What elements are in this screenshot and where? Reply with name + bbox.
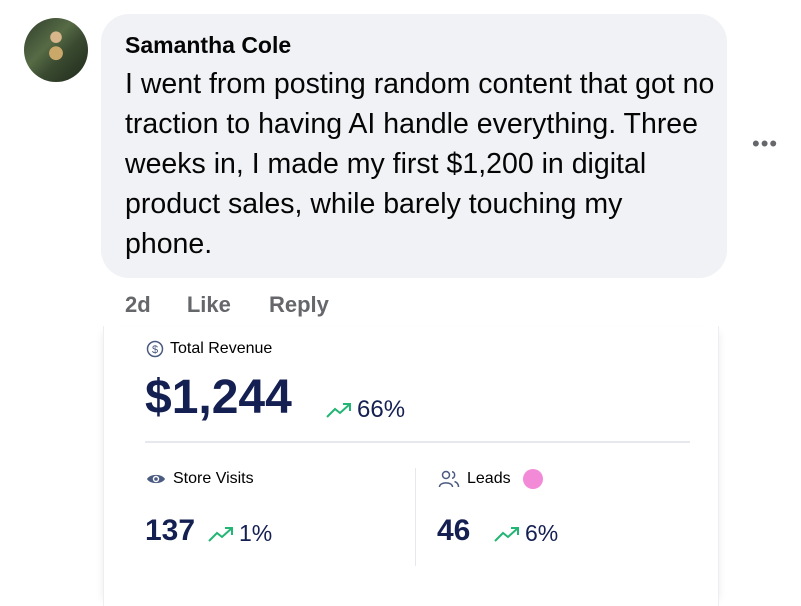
comment-text: I went from posting random content that …	[125, 68, 715, 260]
stats-column-divider	[415, 468, 416, 566]
leads-label-group: Leads	[438, 469, 543, 489]
leads-label: Leads	[467, 470, 511, 487]
like-button[interactable]: Like	[187, 292, 231, 318]
author-avatar[interactable]	[24, 18, 88, 82]
dollar-circle-icon: $	[146, 340, 164, 358]
reply-button[interactable]: Reply	[269, 292, 329, 318]
trend-up-icon	[326, 401, 352, 419]
users-icon	[438, 470, 460, 488]
leads-value: 46	[437, 514, 471, 547]
total-revenue-label-group: $ Total Revenue	[146, 340, 272, 358]
store-visits-label: Store Visits	[173, 470, 254, 487]
svg-text:$: $	[152, 344, 158, 356]
stats-card-image	[103, 326, 719, 606]
total-revenue-change: 66%	[326, 396, 405, 424]
total-revenue-value: $1,244	[145, 371, 292, 424]
comment-timestamp[interactable]: 2d	[125, 292, 151, 318]
comment-author-name[interactable]: Samantha Cole	[125, 32, 291, 59]
total-revenue-change-value: 66%	[357, 396, 406, 423]
store-visits-change-value: 1%	[239, 520, 273, 546]
trend-up-icon	[494, 525, 520, 543]
leads-change-value: 6%	[525, 520, 559, 546]
store-visits-change: 1%	[208, 520, 272, 547]
store-visits-value: 137	[145, 514, 196, 547]
leads-indicator-dot	[522, 469, 543, 489]
store-visits-label-group: Store Visits	[146, 470, 254, 488]
eye-icon	[146, 472, 166, 486]
trend-up-icon	[208, 525, 234, 543]
stats-divider	[145, 441, 690, 443]
comment-actions: 2d Like Reply	[125, 292, 329, 318]
leads-change: 6%	[494, 520, 558, 547]
total-revenue-label: Total Revenue	[170, 340, 273, 357]
more-options-icon[interactable]: •••	[752, 133, 778, 155]
